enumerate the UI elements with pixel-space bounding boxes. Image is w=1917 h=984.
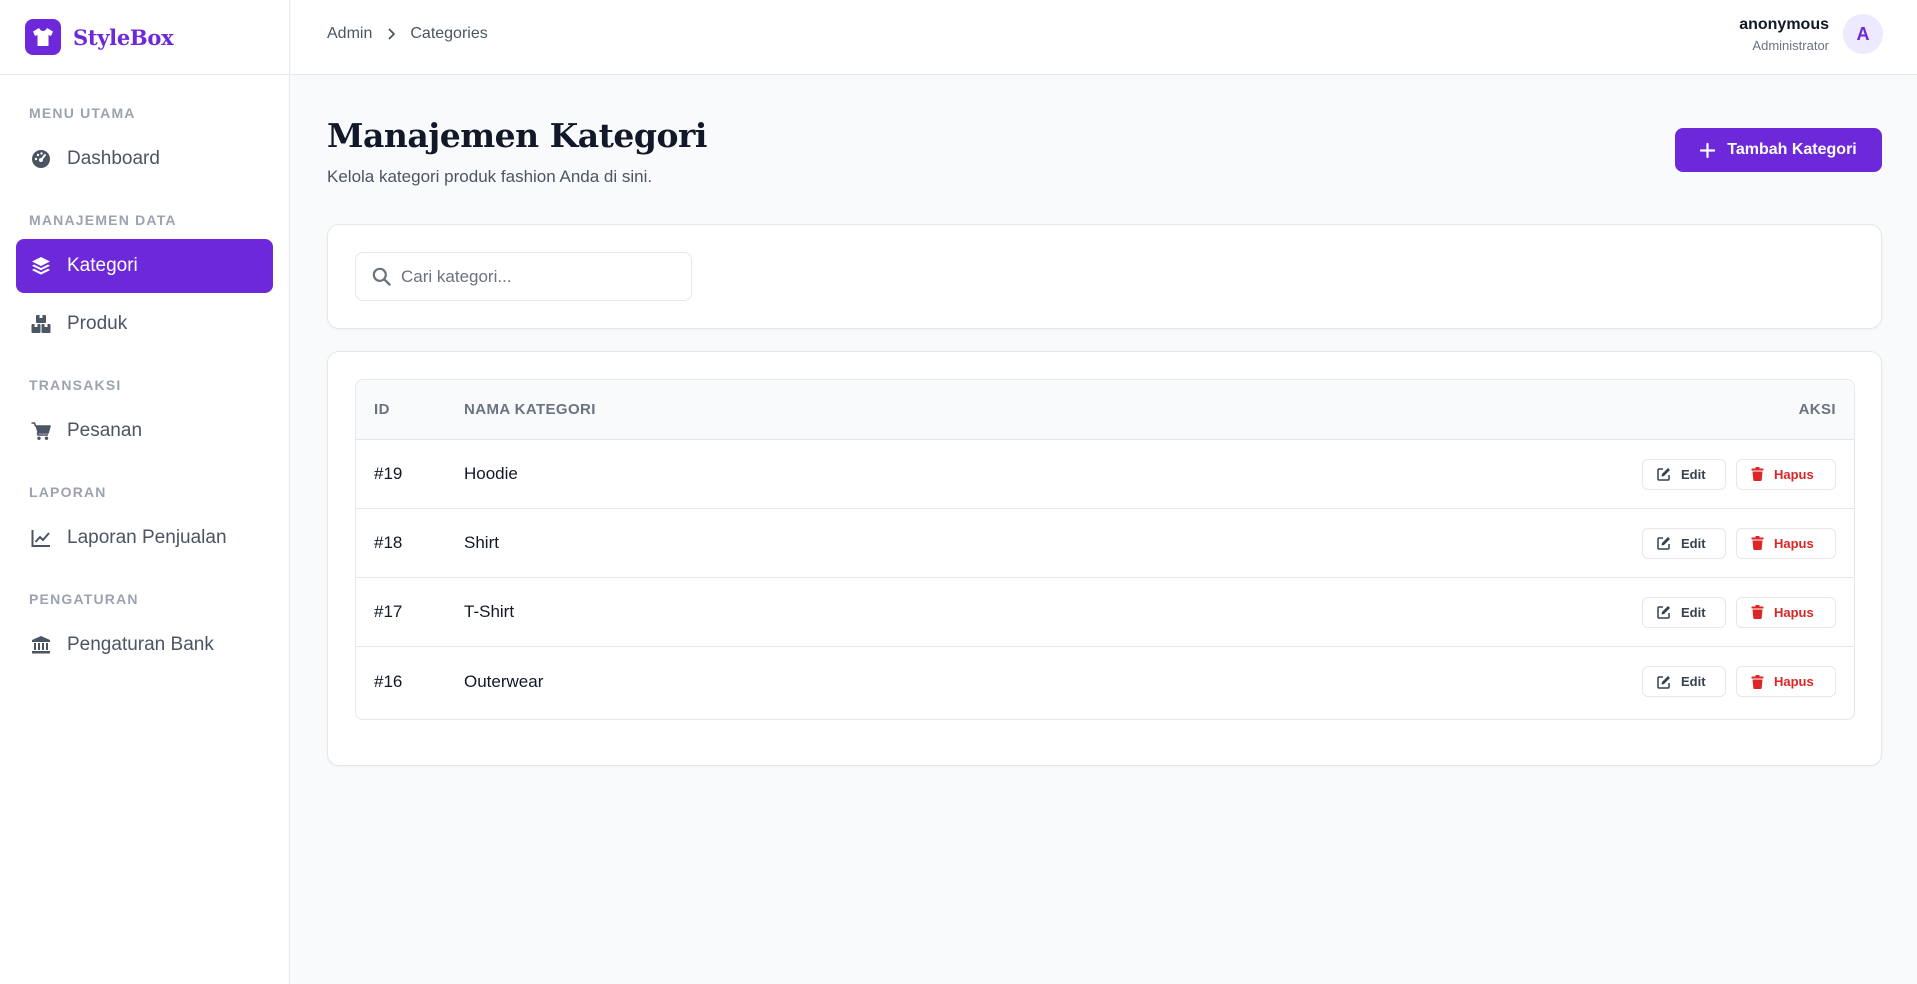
sidebar-item-dashboard[interactable]: Dashboard: [16, 132, 273, 186]
trash-icon: [1751, 674, 1764, 689]
sidebar-item-label: Dashboard: [67, 148, 160, 169]
row-name: Outerwear: [464, 671, 544, 691]
sidebar-item-produk[interactable]: Produk: [16, 297, 273, 351]
section-label-transaksi: TRANSAKSI: [29, 377, 122, 393]
row-id: #17: [374, 602, 403, 621]
section-label-laporan: LAPORAN: [29, 484, 107, 500]
trash-icon: [1751, 467, 1764, 481]
edit-icon: [1657, 605, 1671, 619]
breadcrumb: Admin Categories: [327, 25, 488, 43]
sidebar-item-pesanan[interactable]: Pesanan: [16, 404, 273, 458]
search-card: [327, 224, 1882, 329]
sidebar-item-label: Kategori: [67, 255, 138, 276]
sidebar-item-laporan-penjualan[interactable]: Laporan Penjualan: [16, 511, 273, 565]
brand-name: StyleBox: [73, 24, 174, 50]
bank-icon: [30, 634, 52, 656]
section-label-pengaturan: PENGATURAN: [29, 591, 139, 607]
search-icon: [372, 267, 391, 286]
table-row: #19 Hoodie Edit Hapus: [356, 440, 1854, 509]
sidebar-item-label: Produk: [67, 313, 128, 334]
row-id: #18: [374, 533, 403, 552]
row-id: #19: [374, 464, 403, 483]
edit-button[interactable]: Edit: [1642, 596, 1726, 628]
gauge-icon: [30, 148, 52, 170]
edit-button[interactable]: Edit: [1642, 458, 1726, 490]
delete-button[interactable]: Hapus: [1736, 527, 1836, 559]
edit-button[interactable]: Edit: [1642, 666, 1726, 697]
user-name: anonymous: [1739, 15, 1829, 33]
edit-button[interactable]: Edit: [1642, 527, 1726, 559]
delete-button[interactable]: Hapus: [1736, 596, 1836, 628]
tshirt-icon: [25, 19, 61, 55]
sidebar-item-pengaturan-bank[interactable]: Pengaturan Bank: [16, 618, 273, 672]
plus-icon: [1700, 142, 1716, 158]
breadcrumb-current: Categories: [410, 25, 488, 42]
sidebar-nav: MENU UTAMA Dashboard MANAJEMEN DATA Kate…: [0, 75, 289, 672]
row-name: Hoodie: [464, 464, 518, 483]
search-box[interactable]: [355, 252, 692, 301]
avatar[interactable]: A: [1843, 14, 1883, 54]
edit-icon: [1657, 675, 1671, 689]
section-label-manajemen-data: MANAJEMEN DATA: [29, 212, 177, 228]
delete-button[interactable]: Hapus: [1736, 666, 1836, 697]
trash-icon: [1751, 536, 1764, 550]
breadcrumb-root[interactable]: Admin: [327, 25, 372, 43]
section-label-menu-utama: MENU UTAMA: [29, 105, 136, 121]
topbar: Admin Categories anonymous Administrator…: [291, 0, 1917, 75]
sidebar-item-label: Pengaturan Bank: [67, 634, 214, 655]
category-table-card: ID NAMA KATEGORI AKSI #19 Hoodie Edit Ha…: [327, 351, 1882, 766]
row-name: Shirt: [464, 533, 499, 552]
sidebar-item-label: Laporan Penjualan: [67, 527, 227, 548]
delete-button[interactable]: Hapus: [1736, 458, 1836, 490]
page-subtitle: Kelola kategori produk fashion Anda di s…: [327, 167, 653, 186]
table-row: #16 Outerwear Edit Hapus: [356, 647, 1854, 716]
chart-line-icon: [30, 527, 52, 549]
cart-icon: [30, 420, 52, 442]
row-id: #16: [374, 671, 403, 691]
sidebar-item-label: Pesanan: [67, 420, 143, 441]
trash-icon: [1751, 605, 1764, 619]
page-title: Manajemen Kategori: [327, 116, 707, 155]
row-name: T-Shirt: [464, 602, 515, 621]
boxes-icon: [30, 313, 52, 335]
category-table: ID NAMA KATEGORI AKSI #19 Hoodie Edit Ha…: [355, 379, 1855, 720]
header-actions: AKSI: [1798, 401, 1836, 418]
edit-icon: [1657, 467, 1671, 481]
table-row: #18 Shirt Edit Hapus: [356, 509, 1854, 578]
layers-icon: [30, 255, 52, 277]
header-name: NAMA KATEGORI: [464, 401, 596, 418]
header-id: ID: [374, 401, 390, 418]
table-row: #17 T-Shirt Edit Hapus: [356, 578, 1854, 647]
table-header: ID NAMA KATEGORI AKSI: [356, 380, 1854, 440]
sidebar-item-kategori[interactable]: Kategori: [16, 239, 273, 293]
edit-icon: [1657, 536, 1671, 550]
add-category-button[interactable]: Tambah Kategori: [1675, 128, 1882, 172]
brand[interactable]: StyleBox: [0, 0, 289, 75]
search-input[interactable]: [401, 266, 681, 287]
sidebar: StyleBox MENU UTAMA Dashboard MANAJEMEN …: [0, 0, 290, 984]
add-category-label: Tambah Kategori: [1727, 141, 1857, 158]
user-menu[interactable]: anonymous Administrator A: [1739, 14, 1883, 54]
user-role: Administrator: [1752, 37, 1829, 53]
chevron-right-icon: [388, 28, 396, 40]
